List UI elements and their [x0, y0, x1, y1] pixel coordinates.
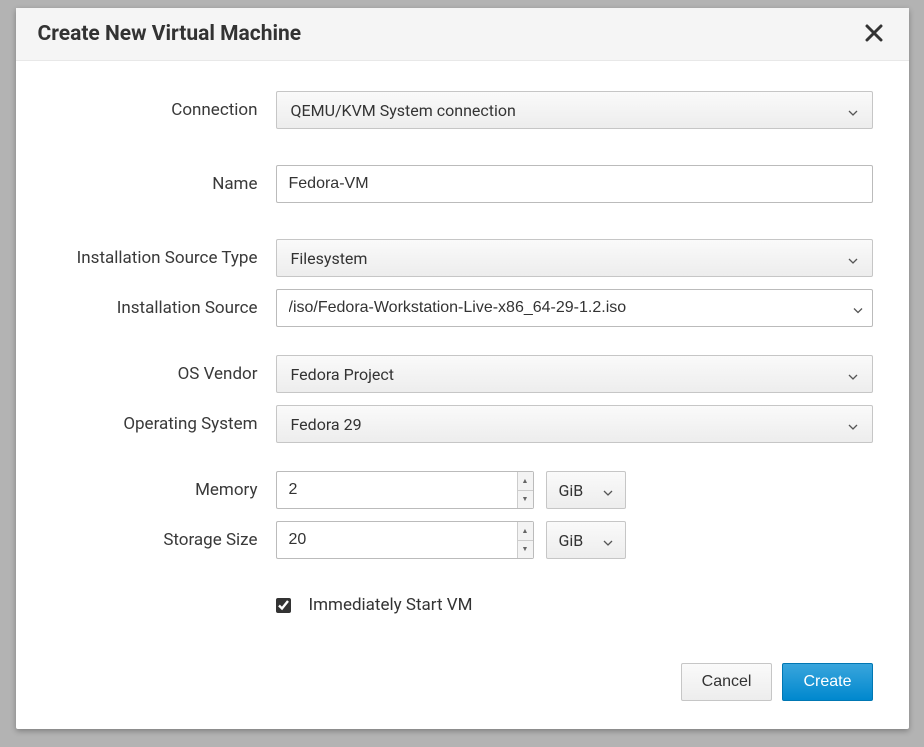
label-immediately-start: Immediately Start VM [309, 595, 473, 615]
operating-system-value: Fedora 29 [291, 415, 362, 434]
chevron-down-icon [848, 415, 858, 434]
memory-spinner[interactable]: ▲ ▼ [276, 471, 534, 509]
row-install-source: Installation Source [52, 289, 873, 327]
chevron-down-icon [603, 481, 613, 500]
row-operating-system: Operating System Fedora 29 [52, 405, 873, 443]
row-storage-size: Storage Size ▲ ▼ GiB [52, 521, 873, 559]
label-memory: Memory [52, 480, 276, 500]
connection-select[interactable]: QEMU/KVM System connection [276, 91, 873, 129]
label-connection: Connection [52, 100, 276, 120]
modal-header: Create New Virtual Machine [16, 8, 909, 61]
row-memory: Memory ▲ ▼ GiB [52, 471, 873, 509]
storage-unit-select[interactable]: GiB [546, 521, 626, 559]
create-vm-modal: Create New Virtual Machine Connection QE… [16, 8, 909, 729]
label-storage-size: Storage Size [52, 530, 276, 550]
spinner-up-icon[interactable]: ▲ [518, 522, 533, 541]
operating-system-select[interactable]: Fedora 29 [276, 405, 873, 443]
modal-footer: Cancel Create [16, 645, 909, 729]
memory-unit-select[interactable]: GiB [546, 471, 626, 509]
modal-body: Connection QEMU/KVM System connection Na… [16, 61, 909, 645]
install-source-input[interactable] [276, 289, 873, 327]
storage-input[interactable] [277, 522, 517, 558]
immediately-start-checkbox[interactable] [276, 598, 291, 613]
install-source-combo[interactable] [276, 289, 873, 327]
label-install-source-type: Installation Source Type [52, 248, 276, 268]
chevron-down-icon [848, 101, 858, 120]
storage-unit-value: GiB [559, 531, 584, 550]
label-install-source: Installation Source [52, 298, 276, 318]
row-immediately-start: Immediately Start VM [276, 595, 873, 615]
chevron-down-icon [848, 365, 858, 384]
os-vendor-select[interactable]: Fedora Project [276, 355, 873, 393]
close-icon[interactable] [861, 22, 887, 46]
memory-input[interactable] [277, 472, 517, 508]
create-button[interactable]: Create [782, 663, 872, 701]
row-os-vendor: OS Vendor Fedora Project [52, 355, 873, 393]
cancel-button[interactable]: Cancel [681, 663, 773, 701]
install-source-type-value: Filesystem [291, 249, 368, 268]
row-connection: Connection QEMU/KVM System connection [52, 91, 873, 129]
storage-spinner-buttons: ▲ ▼ [517, 522, 533, 558]
os-vendor-value: Fedora Project [291, 365, 395, 384]
label-name: Name [52, 174, 276, 194]
row-name: Name [52, 165, 873, 203]
label-os-vendor: OS Vendor [52, 364, 276, 384]
connection-value: QEMU/KVM System connection [291, 101, 516, 120]
spinner-up-icon[interactable]: ▲ [518, 472, 533, 491]
row-install-source-type: Installation Source Type Filesystem [52, 239, 873, 277]
name-input[interactable] [276, 165, 873, 203]
chevron-down-icon [603, 531, 613, 550]
chevron-down-icon [848, 249, 858, 268]
label-operating-system: Operating System [52, 414, 276, 434]
spinner-down-icon[interactable]: ▼ [518, 491, 533, 509]
storage-spinner[interactable]: ▲ ▼ [276, 521, 534, 559]
install-source-type-select[interactable]: Filesystem [276, 239, 873, 277]
memory-spinner-buttons: ▲ ▼ [517, 472, 533, 508]
spinner-down-icon[interactable]: ▼ [518, 541, 533, 559]
modal-title: Create New Virtual Machine [38, 22, 302, 46]
memory-unit-value: GiB [559, 481, 584, 500]
